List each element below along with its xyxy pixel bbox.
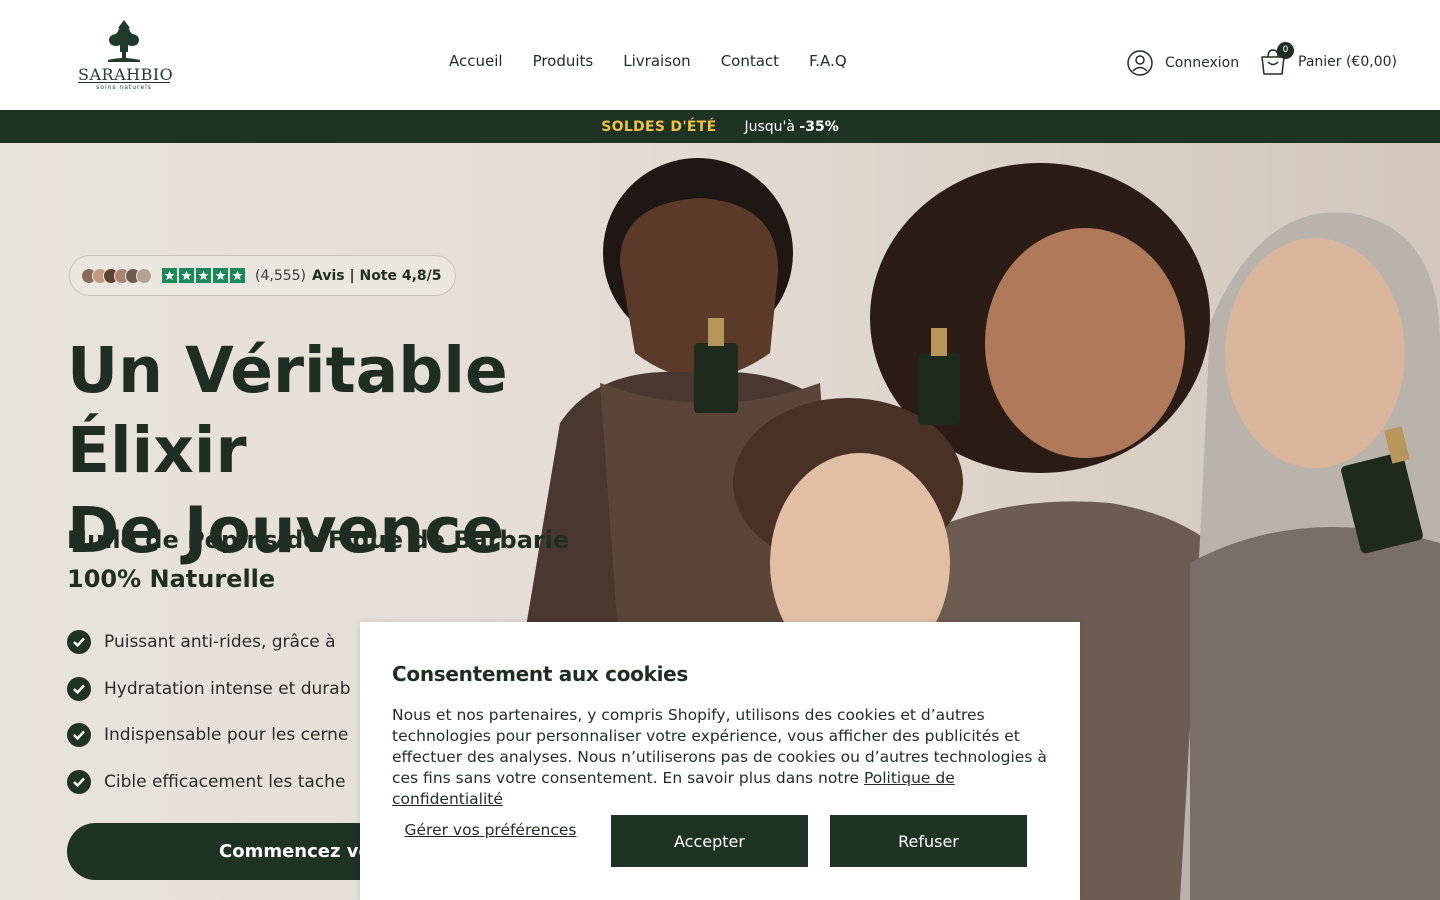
main-nav: Accueil Produits Livraison Contact F.A.Q: [449, 52, 847, 70]
benefit-text: Puissant anti-rides, grâce à: [104, 632, 336, 653]
manage-preferences-link[interactable]: Gérer vos préférences: [392, 821, 589, 840]
star-icon: [179, 268, 194, 283]
benefit-text: Indispensable pour les cerne: [104, 725, 349, 746]
star-icon: [213, 268, 228, 283]
tree-logo-icon: [108, 20, 140, 62]
reviews-note: Avis | Note 4,8/5: [312, 267, 442, 284]
benefit-item: Puissant anti-rides, grâce à: [67, 619, 351, 666]
star-icon: [162, 268, 177, 283]
benefit-text: Cible efficacement les tache: [104, 771, 346, 792]
benefits-list: Puissant anti-rides, grâce à Hydratation…: [67, 619, 351, 805]
reviews-badge[interactable]: (4,555) Avis | Note 4,8/5: [69, 255, 456, 296]
cookie-body: Nous et nos partenaires, y compris Shopi…: [392, 705, 1052, 810]
star-icon: [230, 268, 245, 283]
nav-faq[interactable]: F.A.Q: [809, 52, 847, 70]
promo-discount: -35%: [799, 118, 839, 135]
cart-icon-wrap: 0: [1260, 42, 1294, 76]
benefit-text: Hydratation intense et durab: [104, 678, 351, 699]
cookie-actions: Gérer vos préférences Accepter Refuser: [392, 815, 1027, 867]
hero-subtitle: Huile de Pépins de Figue de Barbarie 100…: [67, 526, 570, 593]
nav-produits[interactable]: Produits: [533, 52, 594, 70]
promo-text-prefix: Jusqu'à: [744, 118, 800, 135]
cookie-title: Consentement aux cookies: [392, 662, 689, 686]
reviewer-avatars: [81, 267, 152, 284]
benefit-item: Cible efficacement les tache: [67, 759, 351, 806]
nav-contact[interactable]: Contact: [721, 52, 779, 70]
cart-label: Panier (€0,00): [1298, 54, 1397, 70]
benefit-item: Indispensable pour les cerne: [67, 712, 351, 759]
promo-badge: SOLDES D'ÉTÉ: [601, 118, 717, 135]
user-icon: [1127, 50, 1153, 76]
avatar: [136, 267, 152, 284]
site-header: SARAHBIO soins naturels Accueil Produits…: [0, 0, 1440, 110]
cart-link[interactable]: 0 Panier (€0,00): [1260, 42, 1397, 76]
refuse-button[interactable]: Refuser: [830, 815, 1027, 867]
check-icon: [67, 769, 91, 794]
cookie-consent-dialog: Consentement aux cookies Nous et nos par…: [360, 622, 1080, 900]
login-label: Connexion: [1165, 55, 1240, 71]
rating-stars: [162, 268, 245, 283]
cart-count-badge: 0: [1277, 42, 1294, 59]
benefit-item: Hydratation intense et durab: [67, 666, 351, 713]
promo-text: Jusqu'à -35%: [744, 119, 838, 135]
reviews-count: (4,555): [255, 267, 307, 284]
hero-title-line1: Un Véritable Élixir: [67, 334, 508, 487]
login-link[interactable]: Connexion: [1127, 50, 1239, 76]
accept-button[interactable]: Accepter: [611, 815, 808, 867]
check-icon: [67, 676, 91, 701]
brand-tagline: soins naturels: [78, 82, 170, 91]
star-icon: [196, 268, 211, 283]
promo-bar: SOLDES D'ÉTÉ Jusqu'à -35%: [0, 110, 1440, 143]
check-icon: [67, 723, 91, 748]
nav-livraison[interactable]: Livraison: [623, 52, 690, 70]
check-icon: [67, 630, 91, 655]
nav-accueil[interactable]: Accueil: [449, 52, 503, 70]
brand-logo[interactable]: SARAHBIO soins naturels: [78, 18, 173, 92]
